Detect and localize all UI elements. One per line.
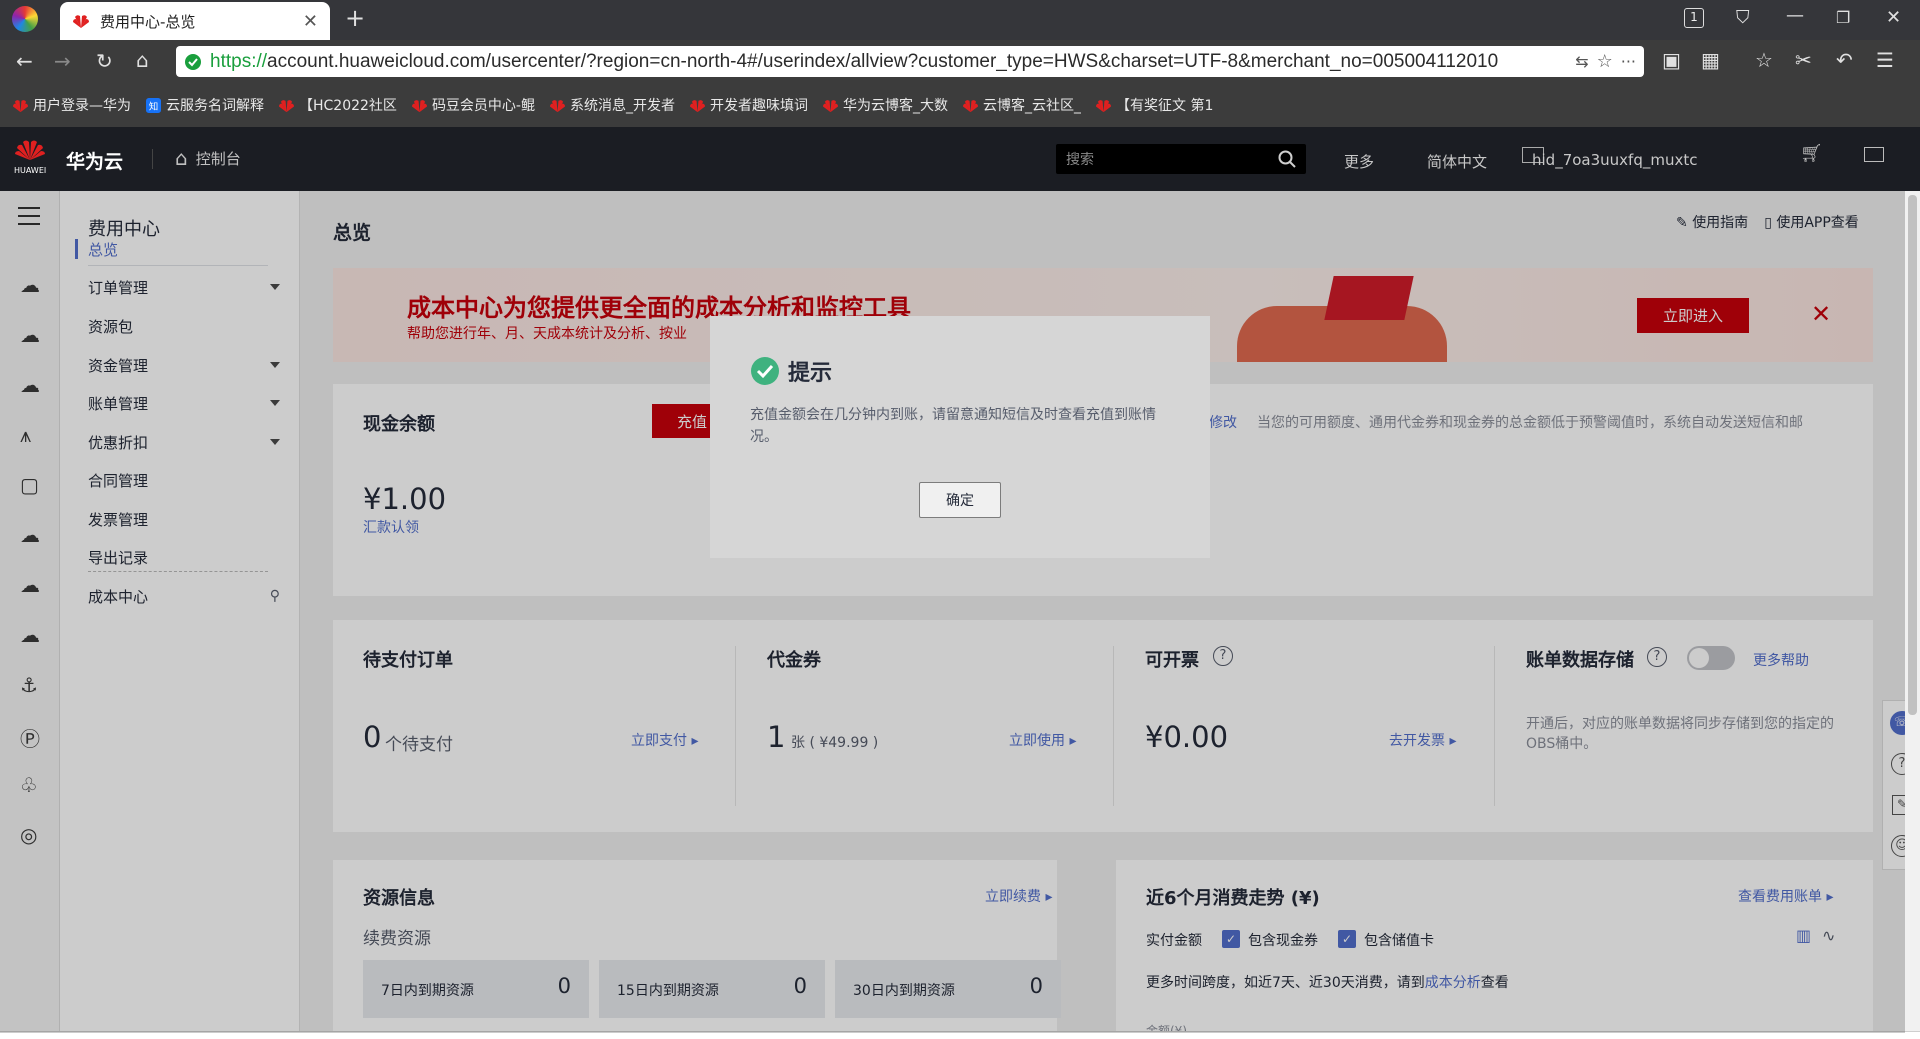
bookmark-item[interactable]: 码豆会员中心-鲲 bbox=[411, 95, 535, 115]
svg-text:知: 知 bbox=[149, 100, 158, 112]
bookmark-item[interactable]: 知云服务名词解释 bbox=[145, 95, 264, 115]
secure-shield-icon bbox=[185, 53, 201, 70]
huawei-bookmark-icon bbox=[1096, 99, 1111, 112]
tab-title: 费用中心-总览 bbox=[100, 12, 196, 31]
header-language[interactable]: 简体中文 bbox=[1427, 151, 1487, 172]
shirt-icon[interactable]: ⛉ bbox=[1736, 8, 1750, 28]
dialog-title: 提示 bbox=[788, 361, 833, 386]
bookmark-label: 云博客_云社区_ bbox=[983, 98, 1081, 114]
huawei-bookmark-icon bbox=[690, 99, 705, 112]
huawei-bookmark-icon bbox=[279, 99, 294, 112]
scrollbar-thumb[interactable] bbox=[1908, 195, 1917, 715]
url-text[interactable]: https://account.huaweicloud.com/usercent… bbox=[210, 51, 1567, 73]
zhihu-icon: 知 bbox=[146, 97, 161, 113]
close-window-icon[interactable]: ✕ bbox=[1886, 8, 1901, 28]
header-more[interactable]: 更多 bbox=[1344, 151, 1374, 172]
reload-icon[interactable]: ↻ bbox=[96, 51, 113, 71]
browser-logo-icon[interactable] bbox=[12, 6, 38, 32]
bookmark-label: 系统消息_开发者 bbox=[570, 98, 675, 114]
bookmark-item[interactable]: 【HC2022社区 bbox=[278, 95, 397, 115]
forward-icon[interactable]: → bbox=[54, 51, 71, 71]
huawei-bookmark-icon bbox=[13, 99, 28, 112]
bookmark-item[interactable]: 华为云博客_大数 bbox=[822, 95, 948, 115]
logo-text[interactable]: 华为云 bbox=[66, 147, 123, 174]
tab-counter[interactable]: 1 bbox=[1684, 8, 1704, 28]
logo-small-text: HUAWEI bbox=[14, 166, 47, 175]
bookmark-item[interactable]: 用户登录—华为 bbox=[12, 95, 131, 115]
header-search[interactable]: 搜索 bbox=[1056, 144, 1306, 174]
header-divider bbox=[152, 149, 153, 169]
scissors-icon[interactable]: ✂ bbox=[1795, 50, 1812, 70]
reading-mode-icon[interactable]: ▣ bbox=[1662, 50, 1681, 70]
huawei-logo-icon[interactable] bbox=[14, 139, 46, 161]
menu-icon[interactable]: ☰ bbox=[1876, 50, 1894, 70]
browser-tab[interactable]: 费用中心-总览 ✕ bbox=[60, 2, 330, 40]
confirm-button[interactable]: 确定 bbox=[919, 482, 1001, 518]
bookmark-item[interactable]: 【有奖征文 第1 bbox=[1095, 95, 1213, 115]
url-path: account.huaweicloud.com/usercenter/?regi… bbox=[267, 50, 1499, 72]
bookmark-item[interactable]: 开发者趣味填词 bbox=[689, 95, 808, 115]
apps-grid-icon[interactable]: ▦ bbox=[1701, 50, 1720, 70]
console-home-icon: ⌂ bbox=[175, 146, 188, 170]
new-tab-icon[interactable]: + bbox=[345, 6, 365, 30]
bookmark-star-icon[interactable]: ☆ bbox=[1597, 51, 1613, 72]
address-bar[interactable]: https://account.huaweicloud.com/usercent… bbox=[176, 46, 1644, 77]
console-label: 控制台 bbox=[195, 149, 241, 168]
bookmark-label: 码豆会员中心-鲲 bbox=[431, 98, 535, 114]
cart-icon[interactable]: 🛒︎ bbox=[1800, 143, 1823, 164]
dialog-message: 充值金额会在几分钟内到账，请留意通知短信及时查看充值到账情况。 bbox=[750, 407, 1156, 445]
bookmark-label: 【有奖征文 第1 bbox=[1116, 98, 1214, 114]
huawei-bookmark-icon bbox=[963, 99, 978, 112]
bookmarks-bar: 用户登录—华为知云服务名词解释 【HC2022社区 码豆会员中心-鲲 系统消息_开发者… bbox=[0, 83, 1920, 127]
console-link[interactable]: ⌂ 控制台 bbox=[175, 146, 241, 170]
undo-icon[interactable]: ↶ bbox=[1836, 50, 1853, 70]
huawei-favicon-icon bbox=[73, 15, 89, 28]
bookmark-label: 开发者趣味填词 bbox=[710, 98, 808, 114]
bookmark-item[interactable]: 系统消息_开发者 bbox=[549, 95, 675, 115]
notice-dialog: 提示 充值金额会在几分钟内到账，请留意通知短信及时查看充值到账情况。 确定 bbox=[710, 316, 1210, 558]
huawei-bookmark-icon bbox=[411, 99, 427, 112]
success-check-icon bbox=[751, 357, 779, 385]
huawei-bookmark-icon bbox=[823, 99, 838, 112]
bookmark-label: 用户登录—华为 bbox=[33, 98, 131, 114]
favorites-list-icon[interactable]: ☆ bbox=[1755, 50, 1773, 70]
bookmark-label: 【HC2022社区 bbox=[299, 98, 397, 114]
search-input[interactable]: 搜索 bbox=[1066, 149, 1278, 169]
home-icon[interactable]: ⌂ bbox=[136, 50, 149, 70]
minimize-icon[interactable]: — bbox=[1786, 6, 1804, 26]
header-username[interactable]: hid_7oa3uuxfq_muxtc bbox=[1532, 151, 1697, 169]
browser-tab-bar: 费用中心-总览 ✕ + 1 ⛉ — ❐ ✕ bbox=[0, 0, 1920, 40]
bookmark-label: 云服务名词解释 bbox=[166, 98, 264, 114]
translate-icon[interactable]: ⇆ bbox=[1575, 52, 1588, 71]
restore-icon[interactable]: ❐ bbox=[1836, 8, 1850, 28]
tab-close-icon[interactable]: ✕ bbox=[303, 11, 318, 32]
more-dots-icon[interactable]: ··· bbox=[1621, 52, 1636, 71]
bookmark-item[interactable]: 云博客_云社区_ bbox=[962, 95, 1081, 115]
mail-icon[interactable] bbox=[1864, 147, 1884, 162]
bookmark-label: 华为云博客_大数 bbox=[843, 98, 948, 114]
huawei-bookmark-icon bbox=[550, 99, 565, 112]
back-icon[interactable]: ← bbox=[16, 51, 33, 71]
search-icon[interactable] bbox=[1278, 150, 1296, 168]
url-protocol: https:// bbox=[210, 50, 268, 72]
